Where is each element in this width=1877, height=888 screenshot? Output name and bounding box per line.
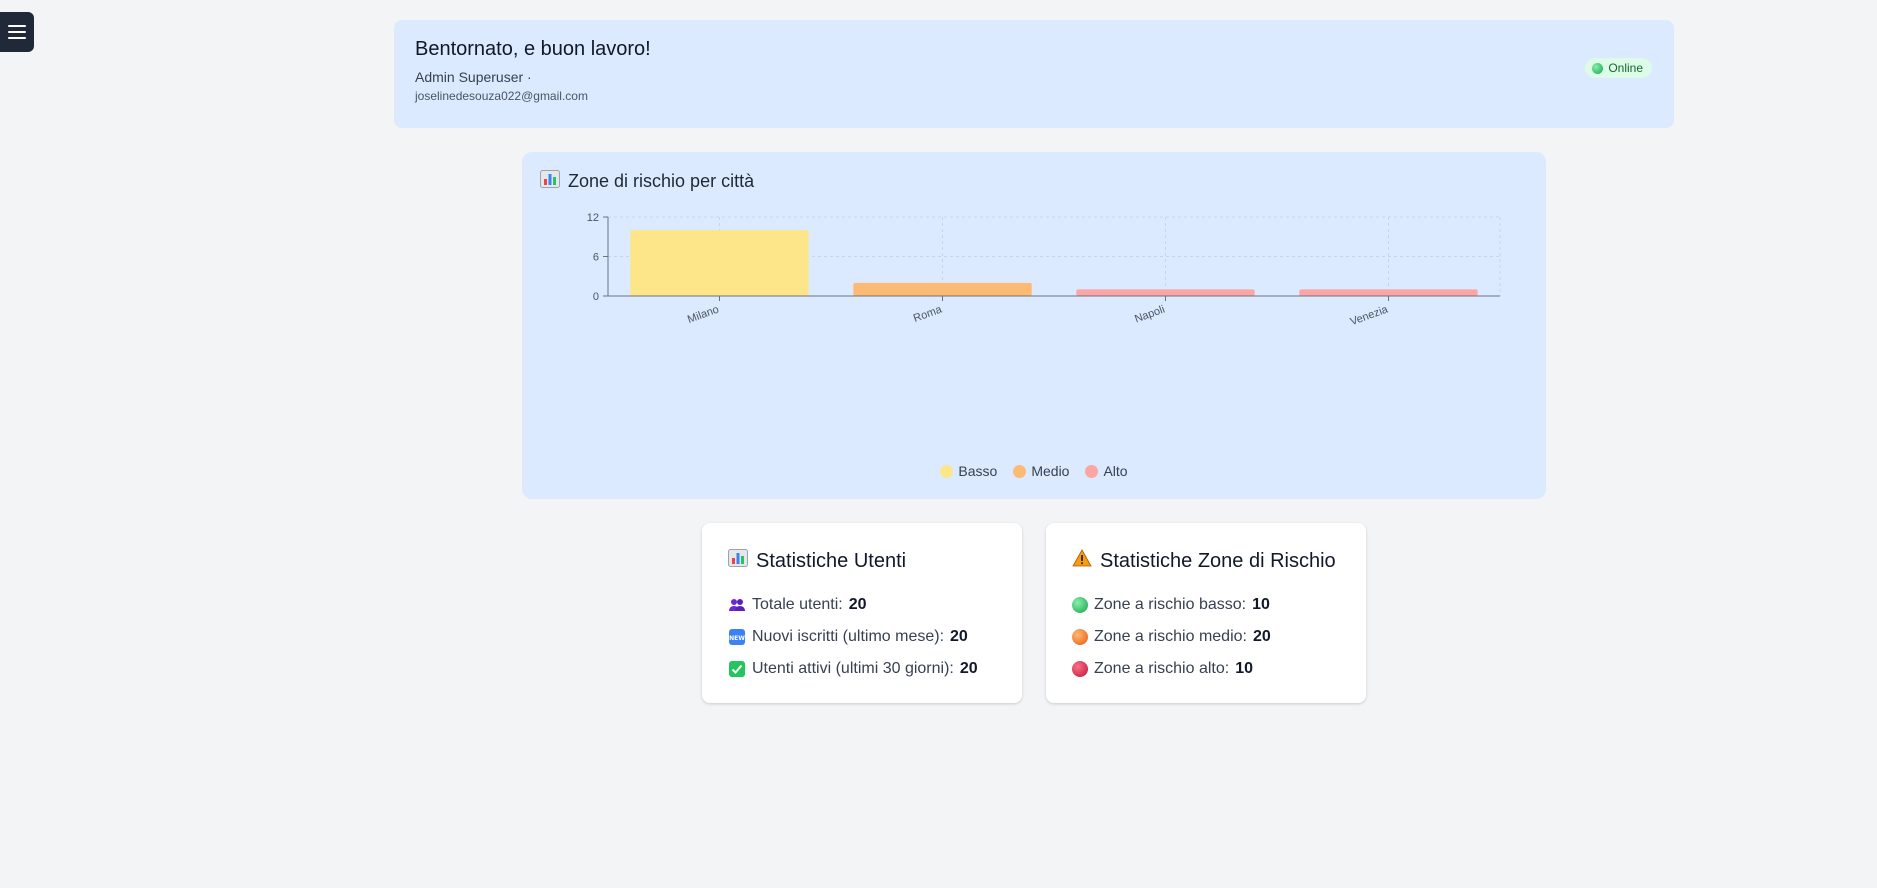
stat-value: 20: [848, 596, 867, 613]
bar-alto: [1299, 289, 1478, 296]
risk-zone-stats-card: Statistiche Zone di Rischio Zone a risch…: [1046, 523, 1366, 703]
bar-chart-icon: [540, 170, 560, 193]
chart-title-text: Zone di rischio per città: [568, 171, 755, 191]
stat-value: 20: [959, 660, 978, 677]
x-tick-label: Venezia: [1349, 303, 1391, 328]
legend-label: Alto: [1103, 463, 1128, 479]
y-tick-label: 12: [587, 212, 599, 224]
welcome-banner: Bentornato, e buon lavoro! Admin Superus…: [394, 20, 1674, 128]
legend-item-medio[interactable]: Medio: [1013, 463, 1069, 479]
legend-item-basso[interactable]: Basso: [940, 463, 997, 479]
stat-label: Zone a rischio medio:: [1094, 628, 1247, 645]
stat-label: Zone a rischio basso:: [1094, 596, 1247, 613]
orange-circle-icon: [1072, 629, 1088, 645]
stat-row-high-risk: Zone a rischio alto: 10: [1072, 653, 1340, 685]
welcome-user-name: Admin Superuser ·: [415, 69, 532, 85]
user-stats-title: Statistiche Utenti: [728, 549, 996, 573]
legend-swatch: [1013, 464, 1027, 478]
legend-label: Medio: [1031, 463, 1070, 479]
bar-chart-icon: [728, 549, 748, 573]
bar-medio: [853, 282, 1032, 296]
stat-row-total-users: Totale utenti: 20: [728, 589, 996, 621]
stat-row-new-users: NEW Nuovi iscritti (ultimo mese): 20: [728, 621, 996, 653]
legend-swatch: [1085, 464, 1099, 478]
people-icon: [728, 596, 746, 614]
green-circle-icon: [1072, 597, 1088, 613]
risk-zone-stats-title-text: Statistiche Zone di Rischio: [1100, 549, 1336, 572]
risk-zones-bar-chart: 0 6 12 Milano Roma Napoli Venezia: [587, 212, 1501, 328]
welcome-user-email: joselinedesouza022@gmail.com: [415, 89, 588, 103]
chart-legend: Basso Medio Alto: [522, 463, 1546, 479]
y-tick-label: 6: [593, 252, 599, 264]
stat-label: Zone a rischio alto:: [1094, 660, 1230, 677]
red-circle-icon: [1072, 661, 1088, 677]
chart-title: Zone di rischio per città: [540, 170, 754, 193]
user-stats-card: Statistiche Utenti Totale utenti: 20 NEW…: [702, 523, 1022, 703]
bar-alto: [1076, 289, 1255, 296]
bar-basso: [630, 230, 809, 296]
hamburger-menu-icon: [8, 25, 26, 39]
risk-zone-stats-title: Statistiche Zone di Rischio: [1072, 549, 1340, 573]
stat-row-medium-risk: Zone a rischio medio: 20: [1072, 621, 1340, 653]
warning-icon: [1072, 549, 1092, 573]
x-tick-label: Milano: [686, 304, 721, 326]
stat-row-active-users: Utenti attivi (ultimi 30 giorni): 20: [728, 653, 996, 685]
status-badge: Online: [1585, 58, 1652, 78]
stat-value: 20: [950, 628, 968, 645]
menu-toggle-button[interactable]: [0, 12, 34, 52]
legend-swatch: [940, 464, 954, 478]
legend-label: Basso: [958, 463, 998, 479]
legend-item-alto[interactable]: Alto: [1085, 463, 1128, 479]
y-tick-label: 0: [593, 291, 599, 303]
stat-value: 20: [1252, 628, 1271, 645]
svg-text:NEW: NEW: [729, 635, 745, 642]
risk-zones-chart-card: 0 6 12 Milano Roma Napoli Venezia Zone di risc…: [522, 152, 1546, 499]
online-dot-icon: [1592, 62, 1604, 74]
stat-label: Totale utenti:: [752, 596, 843, 613]
stat-label: Nuovi iscritti (ultimo mese):: [752, 628, 945, 645]
stat-label: Utenti attivi (ultimi 30 giorni):: [752, 660, 954, 677]
stat-value: 10: [1235, 660, 1253, 677]
stat-value: 10: [1252, 596, 1270, 613]
new-badge-icon: NEW: [728, 628, 746, 646]
x-tick-label: Napoli: [1133, 304, 1166, 326]
user-stats-title-text: Statistiche Utenti: [756, 549, 907, 572]
status-label: Online: [1608, 61, 1643, 75]
x-tick-label: Roma: [912, 303, 945, 325]
stat-row-low-risk: Zone a rischio basso: 10: [1072, 589, 1340, 621]
check-mark-icon: [728, 660, 746, 678]
welcome-title: Bentornato, e buon lavoro!: [415, 38, 651, 60]
